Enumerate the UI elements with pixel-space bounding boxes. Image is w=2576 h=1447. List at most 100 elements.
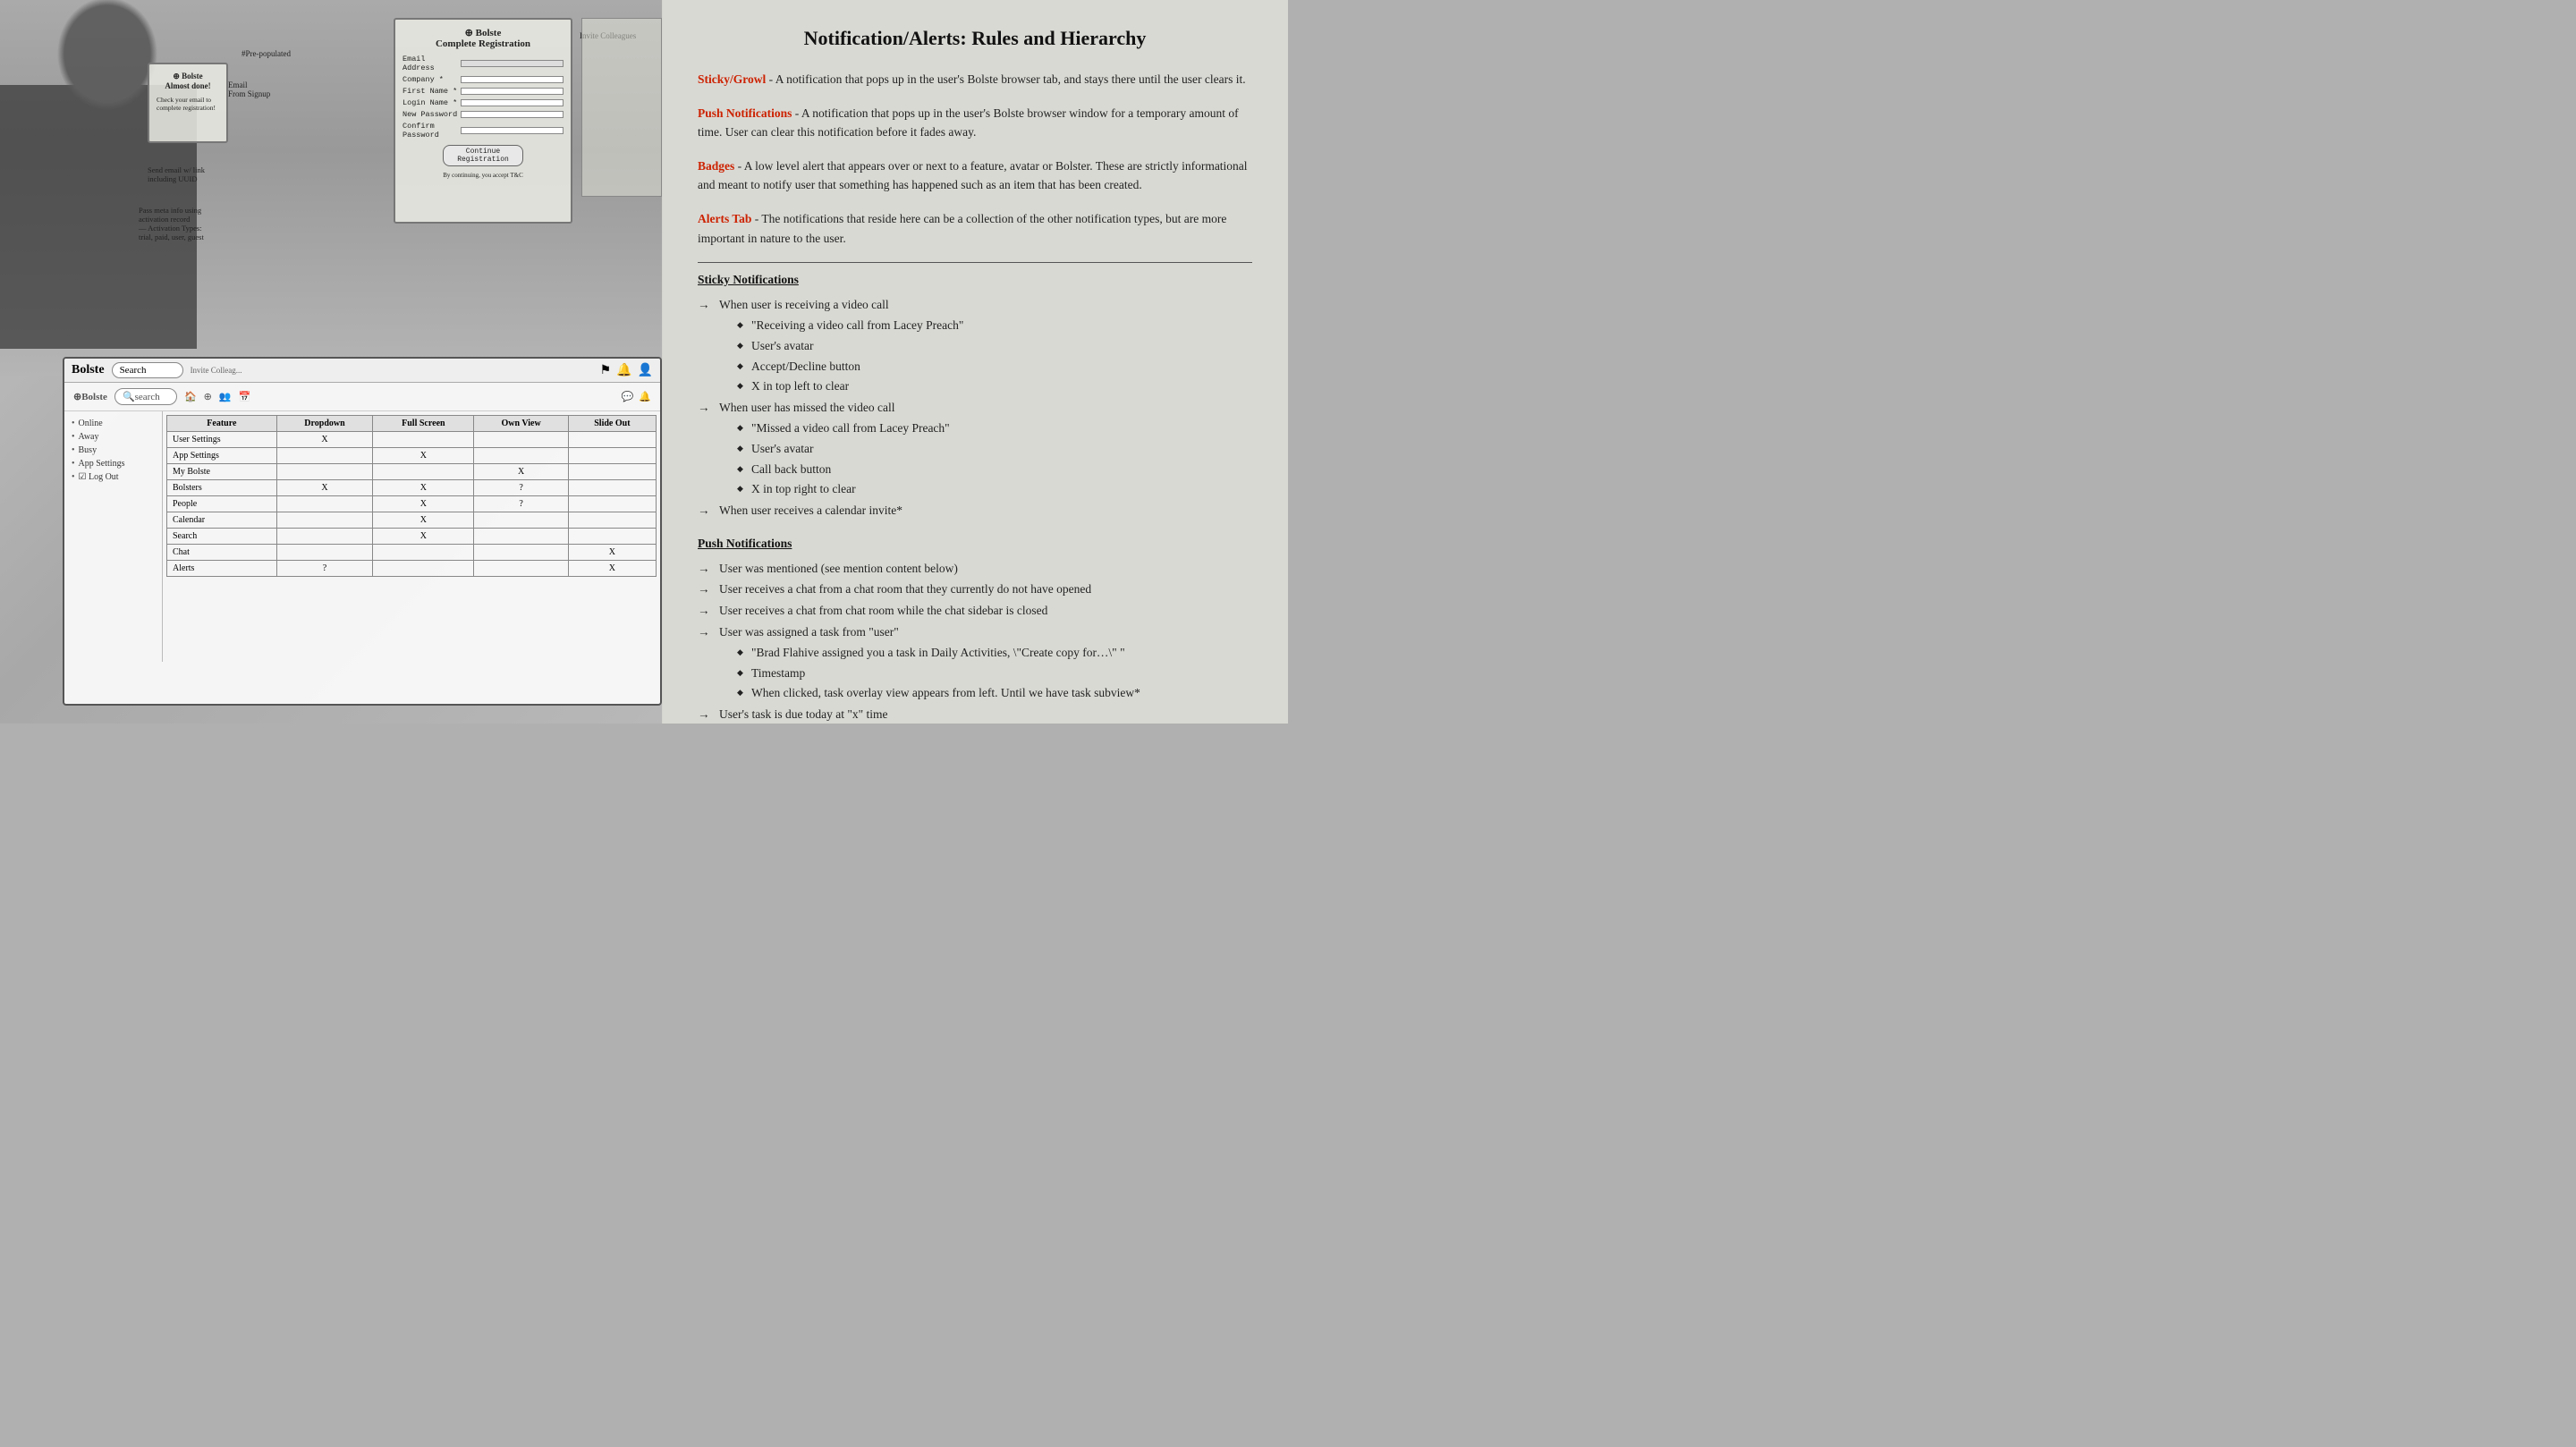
wb2-subtext: By continuing, you accept T&C <box>402 172 564 179</box>
row-app-settings-full: X <box>373 448 474 464</box>
row-mybolste-dropdown <box>276 464 373 480</box>
row-app-settings-slide <box>568 448 656 464</box>
row-search-label: Search <box>167 529 277 545</box>
row-chat-full <box>373 545 474 561</box>
row-chat-slide: X <box>568 545 656 561</box>
wf-logo: Bolste <box>72 363 105 377</box>
whiteboard-panel-2: ⊕ BolsteComplete Registration Email Addr… <box>394 18 572 224</box>
wb2-continue-button: Continue Registration <box>443 145 523 166</box>
row-user-settings-label: User Settings <box>167 432 277 448</box>
right-sketch-panel <box>581 18 662 197</box>
sticky-sub-2-3: Call back button <box>737 460 1252 479</box>
term-alerts-tab: Alerts Tab <box>698 212 751 225</box>
row-mybolste-own: X <box>474 464 568 480</box>
push-bullet-4-text: User was assigned a task from "user" <box>719 625 899 639</box>
section-badges: Badges - A low level alert that appears … <box>698 157 1252 195</box>
row-mybolste-label: My Bolste <box>167 464 277 480</box>
row-alerts-own <box>474 561 568 577</box>
desc-badges: - A low level alert that appears over or… <box>698 159 1248 192</box>
term-push-notifications: Push Notifications <box>698 106 792 120</box>
row-alerts-full <box>373 561 474 577</box>
row-alerts-dropdown: ? <box>276 561 373 577</box>
row-people-own: ? <box>474 496 568 512</box>
push-bullet-2: User receives a chat from a chat room th… <box>698 580 1252 599</box>
sketch-top-region: ⊕ BolsteAlmost done! Check your email to… <box>0 0 662 376</box>
sticky-bullet-3-text: When user receives a calendar invite* <box>719 503 902 517</box>
row-chat-dropdown <box>276 545 373 561</box>
row-bolsters-own: ? <box>474 480 568 496</box>
row-bolsters-label: Bolsters <box>167 480 277 496</box>
row-app-settings-dropdown <box>276 448 373 464</box>
wf-nav-bolster-icon: ⊕ <box>204 391 212 402</box>
table-row: Calendar X <box>167 512 657 529</box>
row-search-slide <box>568 529 656 545</box>
table-row: Chat X <box>167 545 657 561</box>
sticky-notifications-list: When user is receiving a video call "Rec… <box>698 295 1252 520</box>
row-alerts-slide: X <box>568 561 656 577</box>
sticky-sub-1-1: "Receiving a video call from Lacey Preac… <box>737 316 1252 335</box>
whiteboard-panel-1: ⊕ BolsteAlmost done! Check your email to… <box>148 63 228 143</box>
wf-search-box: Search <box>112 362 183 378</box>
wireframe-nav: ⊕Bolste 🔍search 🏠 ⊕ 👥 📅 💬 🔔 <box>64 383 660 411</box>
sticky-sub-2-4: X in top right to clear <box>737 479 1252 499</box>
wf-nav-home-icon: 🏠 <box>184 391 197 402</box>
table-row: App Settings X <box>167 448 657 464</box>
row-mybolste-slide <box>568 464 656 480</box>
wireframe-table: Feature Dropdown Full Screen Own View Sl… <box>166 415 657 577</box>
wf-nav-people-icon: 👥 <box>219 391 232 402</box>
row-people-dropdown <box>276 496 373 512</box>
row-bolsters-slide <box>568 480 656 496</box>
row-people-full: X <box>373 496 474 512</box>
sticky-bullet-2-text: When user has missed the video call <box>719 401 894 414</box>
wb2-field-company: Company * <box>402 75 564 84</box>
chat-icon: 💬 <box>622 391 634 402</box>
wb2-field-login: Login Name * <box>402 98 564 107</box>
row-search-own <box>474 529 568 545</box>
wb1-title: ⊕ BolsteAlmost done! <box>157 72 219 90</box>
row-calendar-dropdown <box>276 512 373 529</box>
row-chat-own <box>474 545 568 561</box>
col-fullscreen: Full Screen <box>373 416 474 432</box>
annotation-pass-meta: Pass meta info usingactivation record— A… <box>139 206 255 241</box>
row-app-settings-own <box>474 448 568 464</box>
sidebar-item-online: Online <box>72 419 155 428</box>
table-row: People X ? <box>167 496 657 512</box>
push-sub-4-1: "Brad Flahive assigned you a task in Dai… <box>737 643 1252 663</box>
push-bullet-5: User's task is due today at "x" time You… <box>698 705 1252 724</box>
wf-icon-group: ⚑ 🔔 👤 <box>600 363 653 378</box>
row-search-full: X <box>373 529 474 545</box>
push-bullet-3: User receives a chat from chat room whil… <box>698 601 1252 621</box>
term-badges: Badges <box>698 159 734 173</box>
sticky-bullet-2: When user has missed the video call "Mis… <box>698 398 1252 499</box>
col-ownview: Own View <box>474 416 568 432</box>
section-push-notifications: Push Notifications - A notification that… <box>698 104 1252 142</box>
row-mybolste-full <box>373 464 474 480</box>
desc-alerts-tab: - The notifications that reside here can… <box>698 212 1226 245</box>
push-bullet-4: User was assigned a task from "user" "Br… <box>698 622 1252 703</box>
sidebar-item-appsettings: App Settings <box>72 459 155 469</box>
alert-bell-icon: 🔔 <box>639 391 651 402</box>
sticky-bullet-1-text: When user is receiving a video call <box>719 298 889 311</box>
push-sub-4-2: Timestamp <box>737 664 1252 683</box>
row-chat-label: Chat <box>167 545 277 561</box>
sticky-sub-1-4: X in top left to clear <box>737 377 1252 396</box>
col-dropdown: Dropdown <box>276 416 373 432</box>
table-row: Search X <box>167 529 657 545</box>
annotation-email: EmailFrom Signup <box>228 80 270 98</box>
row-people-label: People <box>167 496 277 512</box>
user-icon: 👤 <box>638 363 653 378</box>
sticky-bullet-3: When user receives a calendar invite* <box>698 501 1252 520</box>
section-alerts-tab: Alerts Tab - The notifications that resi… <box>698 209 1252 248</box>
wireframe-main: Feature Dropdown Full Screen Own View Sl… <box>163 411 660 662</box>
table-row: Alerts ? X <box>167 561 657 577</box>
wireframe-box: Bolste Search Invite Colleag... ⚑ 🔔 👤 ⊕B… <box>63 357 662 706</box>
push-subbullet-list-4: "Brad Flahive assigned you a task in Dai… <box>719 643 1252 703</box>
section-divider <box>698 262 1252 263</box>
sticky-sub-2-2: User's avatar <box>737 439 1252 459</box>
col-slideout: Slide Out <box>568 416 656 432</box>
term-sticky-growl: Sticky/Growl <box>698 72 766 86</box>
row-calendar-full: X <box>373 512 474 529</box>
row-calendar-own <box>474 512 568 529</box>
section-sticky-growl: Sticky/Growl - A notification that pops … <box>698 70 1252 89</box>
sticky-sub-1-3: Accept/Decline button <box>737 357 1252 377</box>
